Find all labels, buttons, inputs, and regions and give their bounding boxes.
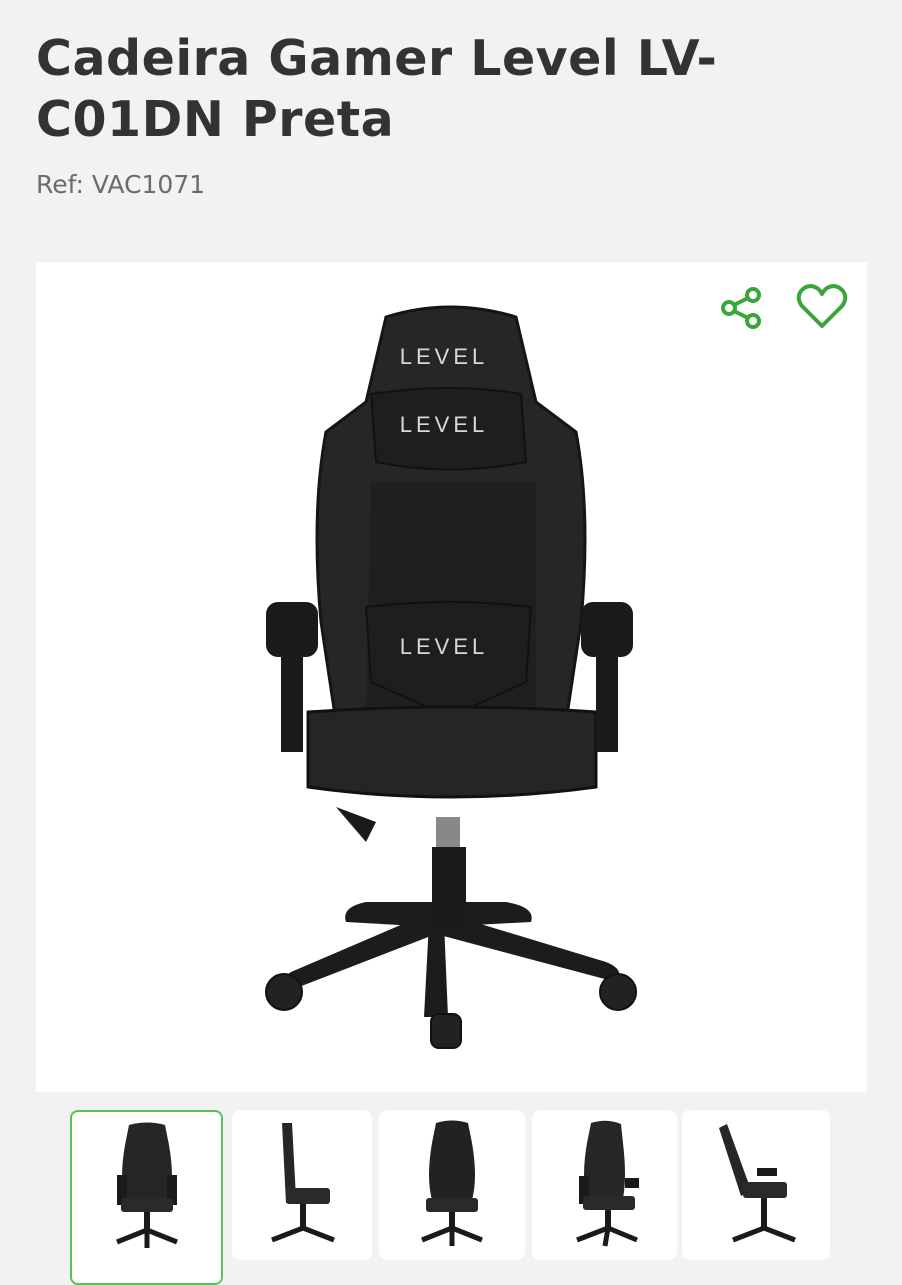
logo-text-lumbar: LEVEL bbox=[400, 634, 489, 659]
chair-thumbnail-side bbox=[271, 1123, 335, 1243]
thumbnail-gallery bbox=[70, 1110, 850, 1285]
logo-text-pillow: LEVEL bbox=[400, 412, 489, 437]
heart-icon bbox=[796, 284, 848, 328]
chair-thumbnail-back bbox=[421, 1120, 483, 1246]
thumbnail-3[interactable] bbox=[379, 1110, 525, 1260]
share-button[interactable] bbox=[720, 286, 764, 330]
thumbnail-4[interactable] bbox=[532, 1110, 677, 1260]
chair-thumbnail-front bbox=[115, 1122, 178, 1248]
product-title: Cadeira Gamer Level LV-C01DN Preta bbox=[36, 30, 718, 148]
favorite-button[interactable] bbox=[796, 282, 848, 330]
thumbnail-2[interactable] bbox=[232, 1110, 372, 1260]
chair-thumbnail-reclined bbox=[719, 1124, 796, 1243]
chair-image: LEVEL LEVEL LEVEL bbox=[265, 305, 637, 1049]
chair-thumbnail-angled bbox=[575, 1120, 639, 1247]
product-ref: Ref: VAC1071 bbox=[36, 170, 206, 199]
logo-text-top: LEVEL bbox=[400, 344, 489, 369]
thumbnail-5[interactable] bbox=[682, 1110, 830, 1260]
share-icon bbox=[721, 287, 761, 329]
thumbnail-1[interactable] bbox=[70, 1110, 223, 1285]
main-product-image[interactable]: LEVEL LEVEL LEVEL bbox=[36, 262, 867, 1092]
